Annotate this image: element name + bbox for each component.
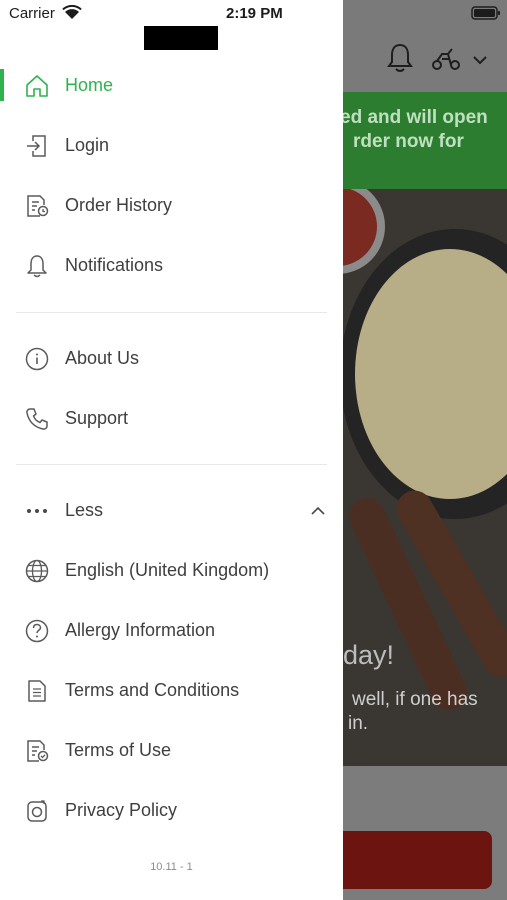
- privacy-icon: [24, 798, 50, 824]
- document-check-icon: [24, 738, 50, 764]
- redacted-logo: [144, 26, 218, 50]
- menu-item-less[interactable]: Less: [0, 481, 343, 541]
- chevron-down-icon[interactable]: [472, 54, 488, 66]
- carrier-label: Carrier: [9, 5, 55, 22]
- question-icon: [24, 618, 50, 644]
- menu-label: Home: [65, 75, 114, 95]
- menu-divider: [16, 312, 327, 313]
- info-icon: [24, 346, 50, 372]
- menu-label: Notifications: [65, 255, 164, 275]
- hero-text-line1: well, if one has: [352, 689, 478, 710]
- order-button[interactable]: [330, 831, 492, 889]
- globe-icon: [24, 558, 50, 584]
- more-dots-icon: [24, 498, 50, 524]
- menu-item-privacy-policy[interactable]: Privacy Policy: [0, 781, 343, 841]
- document-icon: [24, 678, 50, 704]
- wifi-icon: [62, 5, 82, 19]
- hero-text: well, if one has in.: [343, 688, 478, 736]
- hero-title: day!: [343, 640, 395, 670]
- menu-item-terms-of-use[interactable]: Terms of Use: [0, 721, 343, 781]
- chevron-up-icon: [311, 506, 325, 515]
- bell-icon: [24, 253, 50, 279]
- bell-icon[interactable]: [385, 42, 415, 74]
- menu-item-terms-and-conditions[interactable]: Terms and Conditions: [0, 661, 343, 721]
- battery-icon: [471, 6, 500, 20]
- order-history-icon: [24, 193, 50, 219]
- menu-label: About Us: [65, 348, 140, 368]
- menu-label: Support: [65, 408, 129, 428]
- menu-label: Login: [65, 135, 110, 155]
- menu-divider: [16, 464, 327, 465]
- menu-label: Terms of Use: [65, 740, 172, 760]
- home-icon: [24, 73, 50, 99]
- menu-item-notifications[interactable]: Notifications: [0, 236, 343, 296]
- phone-icon: [24, 406, 50, 432]
- scooter-icon[interactable]: [430, 46, 462, 72]
- status-bar: Carrier 2:19 PM: [0, 0, 507, 28]
- menu-item-about-us[interactable]: About Us: [0, 329, 343, 389]
- hero-text-line2: in.: [348, 713, 369, 734]
- menu-label: Less: [65, 500, 104, 520]
- menu-item-home[interactable]: Home: [0, 56, 343, 116]
- menu-item-support[interactable]: Support: [0, 389, 343, 449]
- login-icon: [24, 133, 50, 159]
- menu-label: Privacy Policy: [65, 800, 178, 820]
- menu-label: Allergy Information: [65, 620, 216, 640]
- app-version: 10.11 - 1: [150, 861, 193, 873]
- status-time: 2:19 PM: [226, 5, 283, 22]
- menu-item-allergy-information[interactable]: Allergy Information: [0, 601, 343, 661]
- menu-item-order-history[interactable]: Order History: [0, 176, 343, 236]
- menu-label: Terms and Conditions: [65, 680, 240, 700]
- navigation-drawer: Home Login Order History Notifications A…: [0, 0, 343, 900]
- menu-label: English (United Kingdom): [65, 560, 270, 580]
- menu-item-language[interactable]: English (United Kingdom): [0, 541, 343, 601]
- menu-label: Order History: [65, 195, 173, 215]
- menu-item-login[interactable]: Login: [0, 116, 343, 176]
